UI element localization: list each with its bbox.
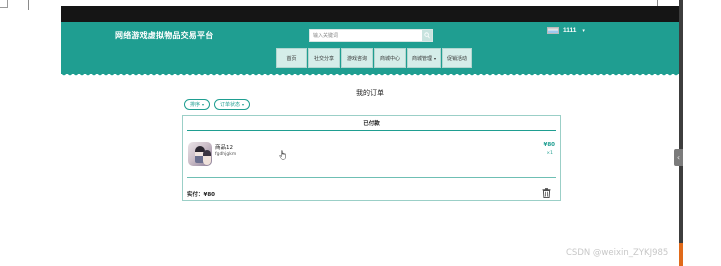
scrollbar-thumb[interactable] xyxy=(679,243,683,266)
nav-item-mall-center[interactable]: 商城中心 xyxy=(374,48,406,68)
sort-label: 排序 xyxy=(190,102,201,108)
search-input[interactable] xyxy=(310,30,423,41)
product-description: fgdhjgkm xyxy=(215,152,237,157)
search-button[interactable] xyxy=(422,30,432,41)
product-price: ¥80 xyxy=(543,142,555,148)
nav-item-game-info[interactable]: 游戏咨询 xyxy=(341,48,373,68)
nav-item-label: 商城管理 xyxy=(411,55,432,62)
flag-icon xyxy=(547,27,559,34)
user-name: 1111 xyxy=(563,27,577,34)
chrome-divider xyxy=(28,0,29,10)
chevron-down-icon: ▾ xyxy=(582,27,585,34)
trash-icon[interactable] xyxy=(542,188,551,198)
chevron-down-icon: ▾ xyxy=(434,55,437,61)
window-corner xyxy=(0,0,8,8)
header-scallop-edge xyxy=(61,73,679,76)
chevron-left-icon: ‹ xyxy=(676,153,681,162)
chevron-down-icon: ▾ xyxy=(242,102,245,107)
order-status-dropdown[interactable]: 订单状态 ▾ xyxy=(214,99,251,110)
paid-total: 实付：¥80 xyxy=(187,192,215,198)
hand-cursor-icon xyxy=(279,150,286,160)
order-card: 已付款 商品12 fgdhjgkm ¥80 ×1 实付：¥80 xyxy=(182,115,561,201)
filter-bar: 排序 ▾ 订单状态 ▾ xyxy=(184,99,254,110)
product-name[interactable]: 商品12 xyxy=(215,143,233,151)
main-nav: 首页 社交分享 游戏咨询 商城中心 商城管理 ▾ 促销活动 xyxy=(276,48,473,68)
user-menu[interactable]: 1111 ▾ xyxy=(547,26,585,35)
order-status-label: 订单状态 xyxy=(220,102,241,108)
chevron-down-icon: ▾ xyxy=(202,102,205,107)
top-bar xyxy=(61,6,679,22)
watermark: CSDN @weixin_ZYKJ985 xyxy=(566,248,669,258)
collapse-panel-button[interactable]: ‹ xyxy=(674,149,683,166)
thumbnail-figure xyxy=(203,150,211,165)
search-icon xyxy=(424,32,430,39)
product-thumbnail[interactable] xyxy=(188,142,212,166)
vertical-scrollbar[interactable] xyxy=(679,0,683,266)
nav-item-mall-manage[interactable]: 商城管理 ▾ xyxy=(407,48,441,68)
sort-dropdown[interactable]: 排序 ▾ xyxy=(184,99,211,110)
nav-item-social[interactable]: 社交分享 xyxy=(308,48,340,68)
page-title: 我的订单 xyxy=(356,89,384,97)
divider xyxy=(187,177,556,178)
nav-item-promotions[interactable]: 促销活动 xyxy=(442,48,472,68)
screenshot: 网络游戏虚拟物品交易平台 1111 ▾ 首页 社交分享 游戏咨询 商城中心 商城… xyxy=(0,0,721,266)
nav-item-home[interactable]: 首页 xyxy=(276,48,307,68)
search-box xyxy=(309,29,433,42)
product-quantity: ×1 xyxy=(546,151,553,156)
site-title[interactable]: 网络游戏虚拟物品交易平台 xyxy=(115,30,213,41)
order-status-header: 已付款 xyxy=(187,118,556,131)
